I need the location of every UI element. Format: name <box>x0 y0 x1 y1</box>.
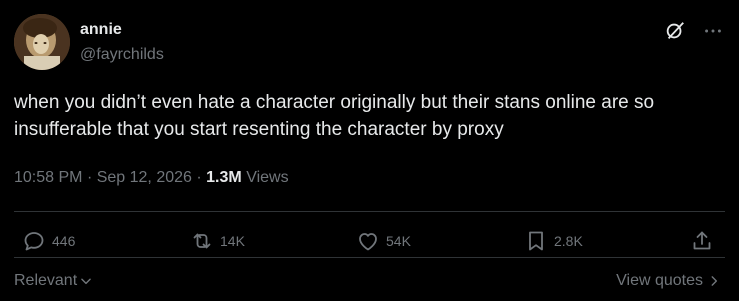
bookmark-button[interactable]: 2.8K <box>524 229 583 253</box>
tweet-date[interactable]: Sep 12, 2026 <box>97 169 192 186</box>
meta-separator: · <box>86 169 97 186</box>
share-button[interactable] <box>690 229 714 253</box>
like-icon <box>359 233 377 251</box>
tweet-card: annie @fayrchilds when you didn’t even h… <box>0 0 739 301</box>
reply-button[interactable]: 446 <box>22 229 75 253</box>
like-count: 54K <box>386 233 411 249</box>
repost-count: 14K <box>220 233 245 249</box>
repost-button[interactable]: 14K <box>190 229 245 253</box>
sort-label: Relevant <box>14 272 78 289</box>
sort-replies-dropdown[interactable]: Relevant <box>14 272 93 290</box>
chevron-right-icon <box>711 276 718 286</box>
avatar-image <box>14 14 70 70</box>
chevron-down-icon <box>81 278 91 285</box>
reply-count: 446 <box>52 233 76 249</box>
repost-icon <box>193 233 211 249</box>
divider <box>14 257 725 258</box>
bookmark-count: 2.8K <box>554 233 583 249</box>
reply-icon <box>24 232 44 251</box>
display-name[interactable]: annie <box>80 20 122 40</box>
view-quotes-label: View quotes <box>616 272 703 289</box>
view-quotes-link[interactable]: View quotes <box>616 272 721 290</box>
tweet-text: when you didn’t even hate a character or… <box>14 92 655 140</box>
avatar[interactable] <box>14 14 70 70</box>
meta-separator: · <box>196 169 207 186</box>
user-handle[interactable]: @fayrchilds <box>80 45 164 65</box>
like-button[interactable]: 54K <box>356 229 411 253</box>
divider <box>14 211 725 212</box>
tweet-meta: 10:58 PM · Sep 12, 2026 · 1.3M Views <box>14 168 289 188</box>
views-label: Views <box>246 169 289 186</box>
tweet-time[interactable]: 10:58 PM <box>14 169 82 186</box>
more-options-icon[interactable] <box>702 20 724 42</box>
bookmark-icon <box>529 231 543 251</box>
share-icon <box>693 231 711 250</box>
views-count: 1.3M <box>206 169 242 186</box>
grok-icon[interactable] <box>664 20 686 42</box>
